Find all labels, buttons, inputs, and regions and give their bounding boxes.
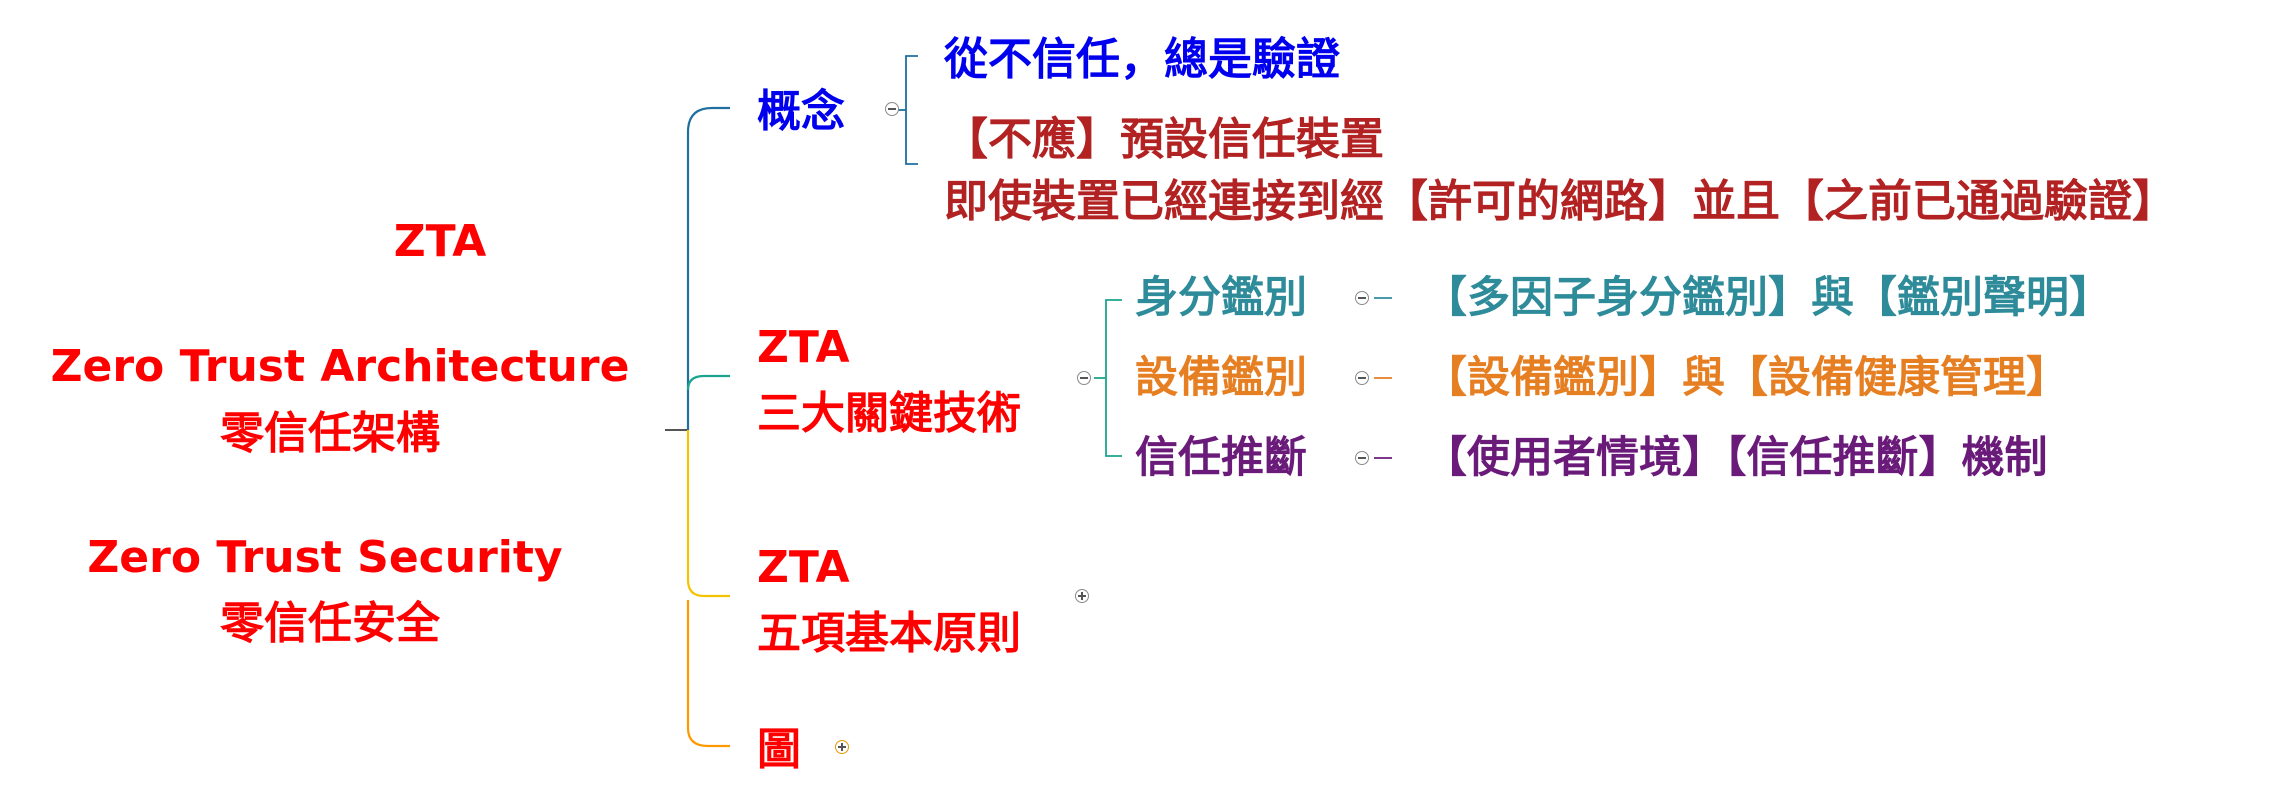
- root-abbr: ZTA: [393, 216, 487, 267]
- root-title-en-security: Zero Trust Security: [87, 532, 563, 583]
- tech-item-2-detail: 【設備鑑別】與【設備健康管理】: [1424, 353, 2069, 403]
- tech-bracket: [1105, 299, 1122, 457]
- branch-tech-label-line1[interactable]: ZTA: [757, 326, 850, 370]
- tech-item-1-detail: 【多因子身分鑑別】與【鑑別聲明】: [1424, 273, 2112, 323]
- concept-bracket: [905, 55, 918, 165]
- branch-tech-label-line2[interactable]: 三大關鍵技術: [757, 392, 1021, 436]
- root-title-en-architecture: Zero Trust Architecture: [50, 341, 630, 392]
- collapse-toggle-tech-icon[interactable]: [1077, 371, 1091, 385]
- root-title-zh-architecture: 零信任架構: [220, 408, 440, 459]
- mind-map: ZTA Zero Trust Architecture 零信任架構 Zero T…: [0, 0, 2279, 802]
- expand-toggle-principles-icon[interactable]: [1075, 589, 1089, 603]
- collapse-toggle-tech-item-1-icon[interactable]: [1355, 291, 1369, 305]
- tech-item-1-label[interactable]: 身分鑑別: [1135, 277, 1307, 320]
- tech-item-3-detail: 【使用者情境】【信任推斷】機制: [1424, 433, 2048, 483]
- collapse-toggle-concept-icon[interactable]: [885, 102, 899, 116]
- branch-link-figure: [686, 600, 730, 748]
- tech-item-2-label[interactable]: 設備鑑別: [1135, 357, 1307, 400]
- branch-link-concept: [686, 106, 730, 430]
- root-title-zh-security: 零信任安全: [220, 598, 440, 649]
- concept-item-1: 從不信任，總是驗證: [944, 34, 1340, 85]
- branch-principles-label-line1[interactable]: ZTA: [757, 546, 850, 590]
- branch-link-tech: [686, 374, 730, 391]
- branch-link-principles: [686, 430, 730, 598]
- branch-figure-label[interactable]: 圖: [757, 728, 801, 772]
- concept-item-3: 即使裝置已經連接到經【許可的網路】並且【之前已通過驗證】: [944, 176, 2176, 227]
- concept-item-2: 【不應】預設信任裝置: [944, 114, 1384, 165]
- collapse-toggle-tech-item-2-icon[interactable]: [1355, 371, 1369, 385]
- expand-toggle-figure-icon[interactable]: [835, 740, 849, 754]
- collapse-toggle-tech-item-3-icon[interactable]: [1355, 451, 1369, 465]
- branch-principles-label-line2[interactable]: 五項基本原則: [757, 612, 1021, 656]
- branch-concept-label[interactable]: 概念: [757, 90, 845, 134]
- tech-item-3-label[interactable]: 信任推斷: [1135, 437, 1307, 480]
